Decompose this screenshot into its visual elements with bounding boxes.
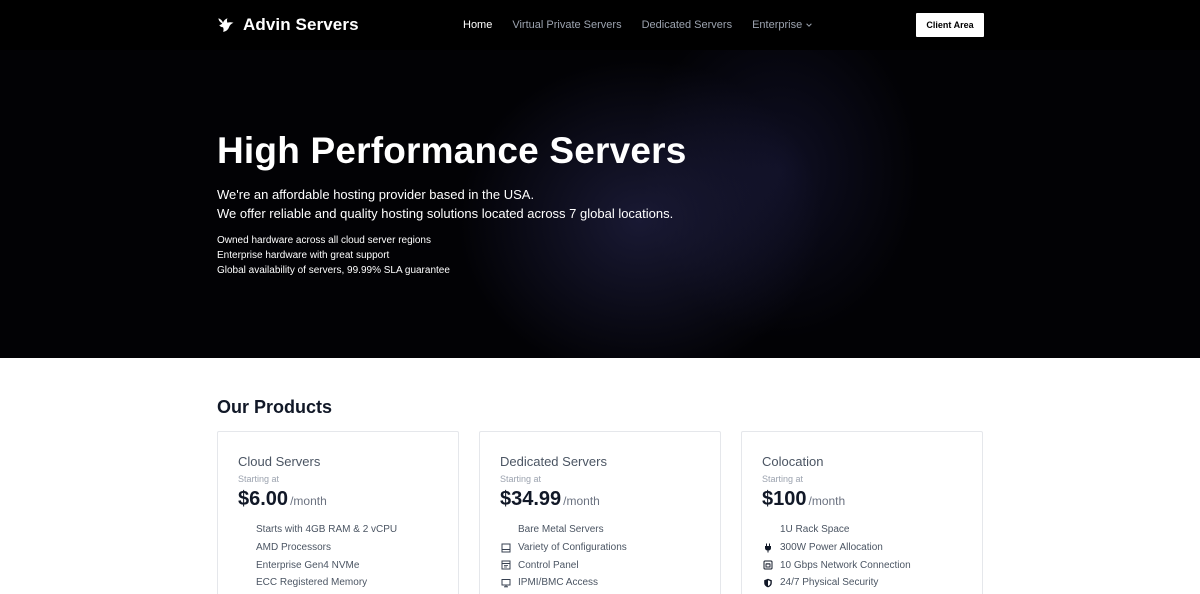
chevron-down-icon <box>806 23 812 28</box>
feature-text: Bare Metal Servers <box>518 524 604 536</box>
hero-highlight: Enterprise hardware with great support <box>217 250 390 261</box>
hero-subtitle: We're an affordable hosting provider bas… <box>217 185 673 223</box>
product-price: $100 <box>762 488 807 510</box>
plug-icon <box>762 542 774 554</box>
window-icon <box>500 559 512 571</box>
feature-list: Bare Metal Servers Variety of Configurat… <box>500 521 627 592</box>
feature-list: Starts with 4GB RAM & 2 vCPU AMD Process… <box>238 521 397 592</box>
starting-label: Starting at <box>500 474 542 484</box>
feature-text: Variety of Configurations <box>518 542 627 554</box>
eagle-icon <box>218 18 234 32</box>
hero-highlights: Owned hardware across all cloud server r… <box>217 233 450 278</box>
feature-text: ECC Registered Memory <box>256 577 368 589</box>
price-row: $100 /month <box>762 488 845 511</box>
hero-subtitle-line: We offer reliable and quality hosting so… <box>217 206 674 221</box>
feature-item: Starts with 4GB RAM & 2 vCPU <box>238 521 397 539</box>
feature-item: 24/7 Physical Security <box>762 574 911 592</box>
feature-text: Enterprise Gen4 NVMe <box>256 559 360 571</box>
price-period: /month <box>808 494 846 508</box>
feature-item: 300W Power Allocation <box>762 539 911 557</box>
product-name: Cloud Servers <box>238 454 321 469</box>
top-nav: Advin Servers Home Virtual Private Serve… <box>0 0 1200 50</box>
feature-item: AMD Processors <box>238 539 397 557</box>
feature-item: 1U Rack Space <box>762 521 911 539</box>
blank-icon <box>500 524 512 536</box>
main-menu: Home Virtual Private Servers Dedicated S… <box>463 0 813 50</box>
blank-icon <box>238 524 250 536</box>
nav-vps[interactable]: Virtual Private Servers <box>512 19 621 31</box>
price-period: /month <box>290 494 327 508</box>
brand-logo[interactable]: Advin Servers <box>217 0 359 50</box>
feature-item: 10 Gbps Network Connection <box>762 556 911 574</box>
hero-section: High Performance Servers We're an afford… <box>0 50 1200 358</box>
brand-name: Advin Servers <box>243 15 359 34</box>
feature-item: ECC Registered Memory <box>238 574 397 592</box>
feature-text: 10 Gbps Network Connection <box>780 559 911 571</box>
hero-highlight: Global availability of servers, 99.99% S… <box>217 265 450 276</box>
feature-text: IPMI/BMC Access <box>518 577 599 589</box>
product-name: Colocation <box>762 454 824 469</box>
product-price: $6.00 <box>238 488 289 510</box>
hero-highlight: Owned hardware across all cloud server r… <box>217 235 431 246</box>
blank-icon <box>238 559 250 571</box>
feature-item: IPMI/BMC Access <box>500 574 627 592</box>
product-cards: Cloud Servers Starting at $6.00 /month S… <box>217 431 983 594</box>
product-card-dedicated[interactable]: Dedicated Servers Starting at $34.99 /mo… <box>479 431 721 594</box>
blank-icon <box>238 577 250 589</box>
hero-title: High Performance Servers <box>217 130 687 171</box>
products-title: Our Products <box>217 397 333 417</box>
feature-text: 300W Power Allocation <box>780 542 883 554</box>
shield-icon <box>762 577 774 589</box>
product-card-colocation[interactable]: Colocation Starting at $100 /month 1U Ra… <box>741 431 983 594</box>
hero-subtitle-line: We're an affordable hosting provider bas… <box>217 187 535 202</box>
price-row: $6.00 /month <box>238 488 327 511</box>
product-price: $34.99 <box>500 488 562 510</box>
feature-item: Bare Metal Servers <box>500 521 627 539</box>
feature-text: Control Panel <box>518 559 579 571</box>
server-icon <box>500 542 512 554</box>
feature-item: Enterprise Gen4 NVMe <box>238 556 397 574</box>
starting-label: Starting at <box>238 474 280 484</box>
feature-text: 24/7 Physical Security <box>780 577 879 589</box>
blank-icon <box>762 524 774 536</box>
nav-enterprise[interactable]: Enterprise <box>752 19 813 31</box>
feature-list: 1U Rack Space 300W Power Allocation 10 G… <box>762 521 911 592</box>
network-icon <box>762 559 774 571</box>
feature-text: Starts with 4GB RAM & 2 vCPU <box>256 524 398 536</box>
price-row: $34.99 /month <box>500 488 600 511</box>
price-period: /month <box>563 494 600 508</box>
monitor-icon <box>500 577 512 589</box>
feature-item: Variety of Configurations <box>500 539 627 557</box>
client-area-button[interactable]: Client Area <box>916 13 984 37</box>
feature-text: AMD Processors <box>256 542 332 554</box>
product-card-cloud[interactable]: Cloud Servers Starting at $6.00 /month S… <box>217 431 459 594</box>
feature-text: 1U Rack Space <box>780 524 850 536</box>
nav-enterprise-label: Enterprise <box>752 19 803 31</box>
product-name: Dedicated Servers <box>500 454 607 469</box>
nav-home[interactable]: Home <box>463 19 492 31</box>
starting-label: Starting at <box>762 474 804 484</box>
feature-item: Control Panel <box>500 556 627 574</box>
blank-icon <box>238 542 250 554</box>
nav-dedicated[interactable]: Dedicated Servers <box>642 19 733 31</box>
